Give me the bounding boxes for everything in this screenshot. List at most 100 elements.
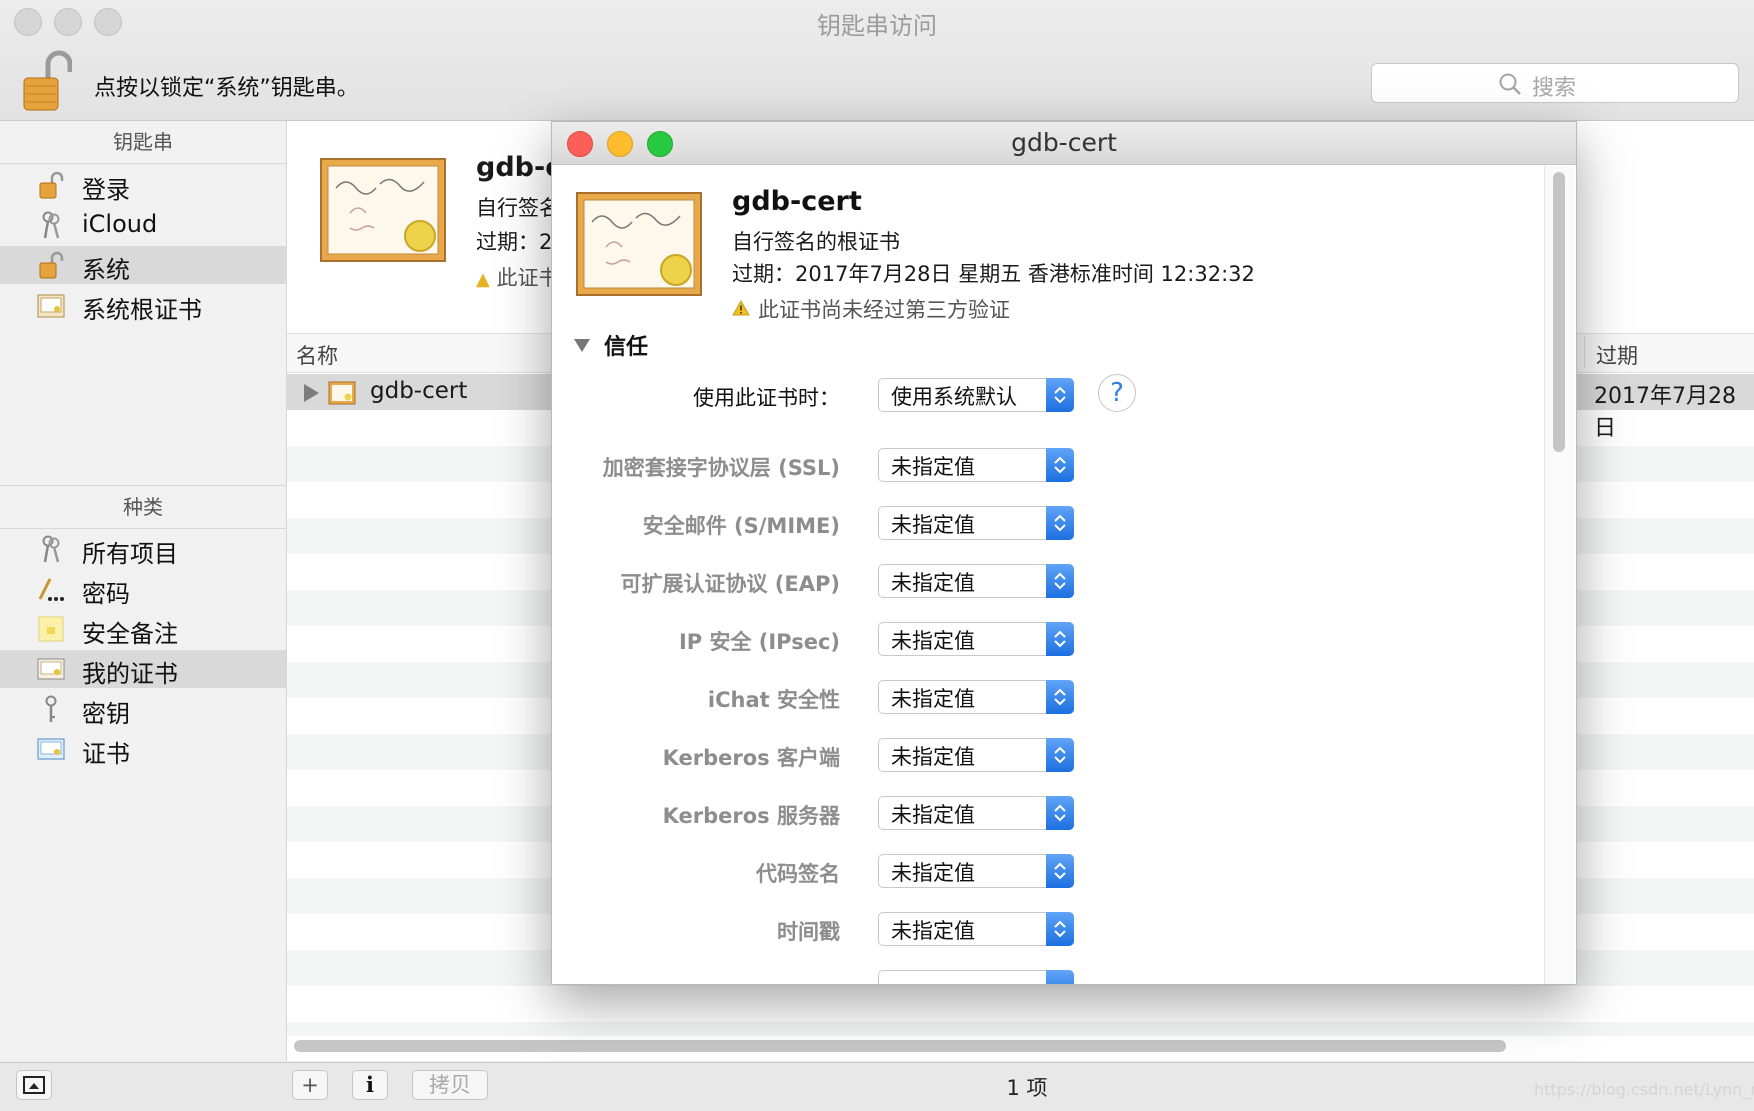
lock-open-icon [36,171,66,199]
select-value: 未指定值 [891,919,975,943]
select-value: 未指定值 [891,571,975,595]
trust-section-title[interactable]: 信任 [604,329,648,361]
policy-select-kerberos-server[interactable]: 未指定值 [878,796,1074,830]
key-icon [36,695,66,723]
preview-cert-warning: ▲ 此证书 [476,262,560,292]
use-cert-label: 使用此证书时： [693,386,840,410]
cert-warning: 此证书尚未经过第三方验证 [758,298,1010,322]
select-value: 未指定值 [891,803,975,827]
sidebar-item-all-items[interactable]: 所有项目 [0,530,286,568]
sidebar-item-system[interactable]: 系统 [0,246,286,284]
certificate-icon [36,735,66,763]
policy-select-smime[interactable]: 未指定值 [878,506,1074,540]
password-icon [36,575,66,603]
item-count: 1 项 [1006,1076,1048,1100]
row-cert-expiry: 2017年7月28日 [1594,384,1736,441]
column-header-name[interactable]: 名称 [296,340,338,370]
sidebar-item-label: 所有项目 [82,540,178,568]
keys-icon [36,535,66,563]
sidebar-item-label: 登录 [82,176,130,204]
window-title: 钥匙串访问 [817,12,937,40]
cert-type: 自行签名的根证书 [732,230,900,254]
sidebar-item-system-roots[interactable]: 系统根证书 [0,286,286,324]
policy-label-timestamping: 时间戳 [777,920,840,944]
table-row [287,1022,1754,1036]
policy-label-ipsec: IP 安全 (IPsec) [678,630,840,654]
select-value: 使用系统默认 [891,385,1017,409]
policy-select-code-signing[interactable]: 未指定值 [878,854,1074,888]
sidebar-item-label: 安全备注 [82,620,178,648]
category-header: 种类 [0,485,286,529]
warning-icon [732,299,750,316]
dialog-title: gdb-cert [1011,128,1117,157]
vertical-scrollbar[interactable] [1553,172,1565,452]
use-cert-select[interactable]: 使用系统默认 [878,378,1074,412]
policy-label-kerberos-server: Kerberos 服务器 [662,804,840,828]
horizontal-scrollbar[interactable] [294,1040,1506,1052]
sidebar-item-certificates[interactable]: 证书 [0,730,286,768]
search-icon [1498,72,1522,96]
select-value: 未指定值 [891,861,975,885]
cabinet-icon [36,291,66,319]
certificate-large-icon [576,192,702,296]
select-arrows-icon [1046,970,1074,984]
column-divider [1584,336,1585,368]
column-header-expires[interactable]: 过期 [1596,340,1638,370]
policy-label-code-signing: 代码签名 [756,862,840,886]
search-field[interactable]: 搜索 [1371,63,1739,103]
keychains-header: 钥匙串 [0,121,286,164]
policy-select-ssl[interactable]: 未指定值 [878,448,1074,482]
policy-label-eap: 可扩展认证协议 (EAP) [620,572,841,596]
select-arrows-icon [1046,622,1074,656]
policy-select-partial[interactable] [878,970,1074,984]
help-button[interactable]: ? [1098,374,1136,412]
certificate-icon [328,381,356,405]
sidebar-item-login[interactable]: 登录 [0,166,286,204]
policy-select-ichat[interactable]: 未指定值 [878,680,1074,714]
disclosure-triangle-down-icon[interactable] [574,339,590,352]
sidebar-item-label: 系统根证书 [82,296,202,324]
select-value: 未指定值 [891,687,975,711]
select-value: 未指定值 [891,513,975,537]
my-cert-icon [36,655,66,683]
select-arrows-icon [1046,564,1074,598]
sidebar: 钥匙串 登录 iCloud 系统 系统根证书 种类 所有项目 密码 安全备注 我… [0,121,287,1061]
policy-label-ssl: 加密套接字协议层 (SSL) [602,456,840,480]
lock-status-text: 点按以锁定“系统”钥匙串。 [94,76,359,101]
disclosure-triangle-icon[interactable] [304,384,319,402]
policy-select-eap[interactable]: 未指定值 [878,564,1074,598]
select-arrows-icon [1046,378,1074,412]
watermark-text: https://blog.csdn.net/Lynn_mg [1534,1080,1754,1099]
select-arrows-icon [1046,912,1074,946]
warning-icon: ▲ [476,269,490,290]
dialog-titlebar: gdb-cert [552,122,1576,165]
sidebar-item-label: 我的证书 [82,660,178,688]
sidebar-item-label: 密码 [82,580,130,608]
select-arrows-icon [1046,738,1074,772]
sidebar-item-label: 证书 [82,740,130,768]
select-arrows-icon [1046,506,1074,540]
select-value: 未指定值 [891,745,975,769]
cert-name: gdb-cert [732,186,862,217]
select-arrows-icon [1046,854,1074,888]
sidebar-item-label: iCloud [82,210,158,238]
policy-select-kerberos-client[interactable]: 未指定值 [878,738,1074,772]
sidebar-item-label: 密钥 [82,700,130,728]
sidebar-item-keys[interactable]: 密钥 [0,690,286,728]
lock-open-icon[interactable] [22,50,73,112]
sidebar-item-icloud[interactable]: iCloud [0,206,286,244]
preview-cert-name: gdb-c [476,152,562,183]
lock-open-icon [36,251,66,279]
sidebar-item-label: 系统 [82,256,130,284]
select-arrows-icon [1046,680,1074,714]
sidebar-item-my-certificates[interactable]: 我的证书 [0,650,286,688]
certificate-large-icon [320,158,446,262]
preview-cert-type: 自行签名 [476,196,560,220]
sidebar-item-secure-notes[interactable]: 安全备注 [0,610,286,648]
note-icon [36,615,66,643]
policy-select-timestamping[interactable]: 未指定值 [878,912,1074,946]
policy-label-smime: 安全邮件 (S/MIME) [642,514,840,538]
policy-select-ipsec[interactable]: 未指定值 [878,622,1074,656]
policy-label-ichat: iChat 安全性 [707,688,840,712]
sidebar-item-passwords[interactable]: 密码 [0,570,286,608]
